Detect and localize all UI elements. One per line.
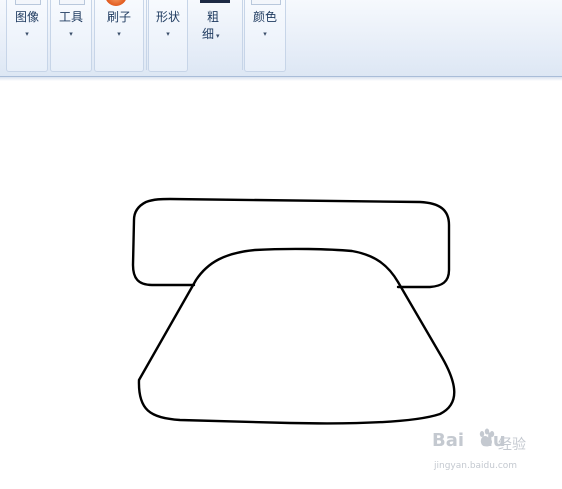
baidu-watermark: Bai du 经验 jingyan.baidu.com [432,428,542,473]
telephone-handset-shape [131,197,451,289]
watermark-url: jingyan.baidu.com [434,461,518,471]
drawing-canvas[interactable] [0,0,562,489]
paw-icon [479,428,495,447]
telephone-base-shape [137,247,456,425]
watermark-cn: 经验 [498,437,526,453]
